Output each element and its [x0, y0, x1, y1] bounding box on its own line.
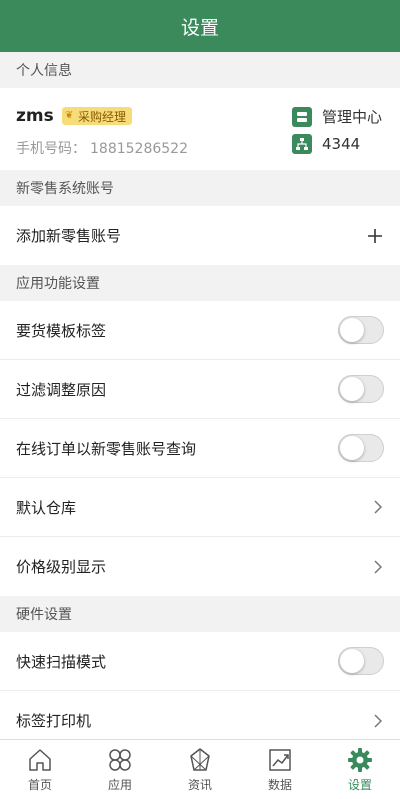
- quick-scan-label: 快速扫描模式: [16, 652, 107, 671]
- tab-news-label: 资讯: [187, 778, 212, 792]
- online-order-toggle[interactable]: [338, 434, 384, 462]
- section-retail-account: 新零售系统账号: [0, 170, 400, 206]
- tab-data-label: 数据: [267, 778, 292, 792]
- tab-home[interactable]: 首页: [0, 740, 80, 799]
- default-warehouse-label: 默认仓库: [16, 498, 77, 517]
- tab-home-label: 首页: [27, 778, 52, 792]
- filter-reason-row: 过滤调整原因: [0, 360, 400, 419]
- toggle-knob: [340, 318, 364, 342]
- section-hardware-settings: 硬件设置: [0, 596, 400, 632]
- gear-icon: [348, 748, 372, 772]
- profile-card: zms ❦ 采购经理 手机号码： 18815286522 管理中心 4344: [0, 88, 400, 170]
- template-tag-row: 要货模板标签: [0, 301, 400, 360]
- toggle-knob: [340, 649, 364, 673]
- tab-settings[interactable]: 设置: [320, 740, 400, 799]
- phone-number: 18815286522: [90, 141, 188, 157]
- chart-icon: [269, 749, 291, 771]
- add-retail-account-label: 添加新零售账号: [16, 227, 122, 245]
- phone-info: 手机号码： 18815286522: [16, 138, 188, 158]
- template-tag-toggle[interactable]: [338, 316, 384, 344]
- role-label: 采购经理: [78, 109, 127, 124]
- online-order-row: 在线订单以新零售账号查询: [0, 419, 400, 478]
- home-icon: [29, 749, 51, 771]
- online-order-label: 在线订单以新零售账号查询: [16, 439, 197, 458]
- section-personal-info: 个人信息: [0, 52, 400, 88]
- news-icon: [190, 748, 210, 771]
- tab-news[interactable]: 资讯: [160, 740, 240, 799]
- toggle-knob: [340, 377, 364, 401]
- chevron-right-icon: [374, 559, 383, 574]
- quick-scan-row: 快速扫描模式: [0, 632, 400, 691]
- org-chart-icon: [292, 134, 312, 154]
- quick-scan-toggle[interactable]: [338, 647, 384, 675]
- page-title: 设置: [180, 16, 219, 39]
- template-tag-label: 要货模板标签: [16, 321, 107, 340]
- chevron-right-icon: [374, 713, 383, 728]
- tab-data[interactable]: 数据: [240, 740, 320, 799]
- toggle-knob: [340, 436, 364, 460]
- default-warehouse-row[interactable]: 默认仓库: [0, 478, 400, 537]
- management-center-link[interactable]: 管理中心: [292, 106, 382, 127]
- add-retail-account-row[interactable]: 添加新零售账号: [0, 206, 400, 265]
- tab-settings-label: 设置: [347, 778, 372, 792]
- filter-reason-toggle[interactable]: [338, 375, 384, 403]
- label-printer-label: 标签打印机: [16, 712, 92, 730]
- filter-reason-label: 过滤调整原因: [16, 380, 107, 399]
- apps-icon: [109, 749, 131, 771]
- org-code-value: 4344: [322, 135, 361, 153]
- role-badge: ❦ 采购经理: [62, 107, 133, 125]
- section-app-settings: 应用功能设置: [0, 265, 400, 301]
- server-icon: [292, 106, 312, 127]
- bottom-tab-bar: 首页 应用 资讯 数据 设置: [0, 739, 400, 799]
- user-name: zms: [16, 106, 54, 126]
- plus-icon[interactable]: [366, 227, 384, 245]
- tab-apps-label: 应用: [107, 778, 132, 792]
- chevron-right-icon: [374, 500, 383, 514]
- org-code: 4344: [292, 134, 360, 154]
- price-level-row[interactable]: 价格级别显示: [0, 537, 400, 596]
- management-center-label: 管理中心: [322, 108, 383, 126]
- price-level-label: 价格级别显示: [16, 558, 107, 576]
- app-header: 设置: [0, 0, 400, 52]
- badge-icon: ❦: [65, 110, 74, 121]
- tab-apps[interactable]: 应用: [80, 740, 160, 799]
- phone-label: 手机号码：: [16, 141, 86, 157]
